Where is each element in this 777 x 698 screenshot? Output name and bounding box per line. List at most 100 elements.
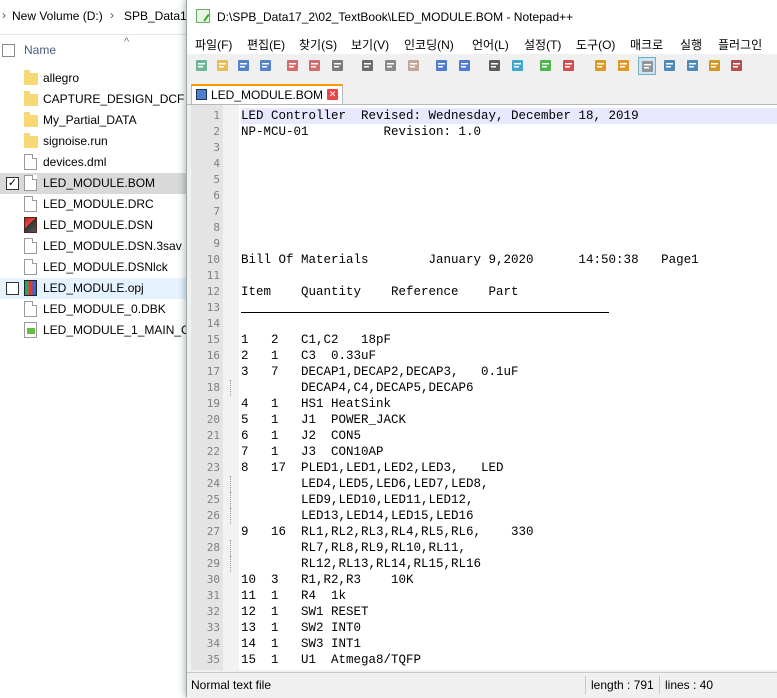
menu-item[interactable]: 도구(O) [576, 36, 615, 53]
file-list-item[interactable]: LED_MODULE.DRC [0, 194, 186, 215]
opj-file-icon [24, 280, 37, 296]
title-bar[interactable]: D:\SPB_Data17_2\02_TextBook\LED_MODULE.B… [187, 0, 777, 32]
indent-guide [230, 540, 232, 556]
copy-icon[interactable] [382, 57, 400, 75]
file-list-item[interactable]: signoise.run [0, 131, 186, 152]
doc-map-icon[interactable] [728, 57, 746, 75]
editor-line[interactable]: 16 2 1 C3 0.33uF [191, 348, 777, 364]
editor-line[interactable]: 8 [191, 220, 777, 236]
editor-line[interactable]: 7 [191, 204, 777, 220]
file-list-item[interactable]: LED_MODULE_1_MAIN_CM [0, 320, 200, 341]
editor-line[interactable]: 22 7 1 J3 CON10AP [191, 444, 777, 460]
file-list-item[interactable]: CAPTURE_DESIGN_DCF [0, 89, 186, 110]
editor-line[interactable]: 17 3 7 DECAP1,DECAP2,DECAP3, 0.1uF [191, 364, 777, 380]
editor-line[interactable]: 29 RL12,RL13,RL14,RL15,RL16 [191, 556, 777, 572]
paste-icon[interactable] [405, 57, 423, 75]
file-list-item[interactable]: My_Partial_DATA [0, 110, 186, 131]
editor-line[interactable]: 34 14 1 SW3 INT1 [191, 636, 777, 652]
menu-item[interactable]: 편집(E) [247, 36, 285, 53]
editor-line[interactable]: 4 [191, 156, 777, 172]
line-text: Item Quantity Reference Part [241, 285, 519, 299]
file-list-item[interactable]: devices.dml [0, 152, 186, 173]
folder-icon [24, 133, 38, 148]
file-list-item[interactable]: LED_MODULE_0.DBK [0, 299, 186, 320]
replace-icon[interactable] [509, 57, 527, 75]
tab-led-module-bom[interactable]: LED_MODULE.BOM ✕ [191, 84, 343, 104]
editor-line[interactable]: 21 6 1 J2 CON5 [191, 428, 777, 444]
file-file-icon [24, 196, 37, 212]
editor-line[interactable]: 3 [191, 140, 777, 156]
new-file-icon[interactable] [193, 57, 211, 75]
editor-line[interactable]: 13 [191, 300, 777, 316]
file-list-item[interactable]: LED_MODULE.DSNlck [0, 257, 186, 278]
editor-line[interactable]: 33 13 1 SW2 INT0 [191, 620, 777, 636]
menu-item[interactable]: 인코딩(N) [404, 36, 454, 53]
editor-line[interactable]: 5 [191, 172, 777, 188]
save-all-icon[interactable] [257, 57, 275, 75]
editor-line[interactable]: 19 4 1 HS1 HeatSink [191, 396, 777, 412]
undo-icon[interactable] [433, 57, 451, 75]
find-icon[interactable] [486, 57, 504, 75]
editor-line[interactable]: 35 15 1 U1 Atmega8/TQFP [191, 652, 777, 668]
redo-icon[interactable] [456, 57, 474, 75]
breadcrumb-folder[interactable]: SPB_Data17 [124, 9, 193, 23]
editor-line[interactable]: 18 DECAP4,C4,DECAP5,DECAP6 [191, 380, 777, 396]
editor-line[interactable]: 15 1 2 C1,C2 18pF [191, 332, 777, 348]
print-icon[interactable] [329, 57, 347, 75]
editor-line[interactable]: 20 5 1 J1 POWER_JACK [191, 412, 777, 428]
menu-item[interactable]: 언어(L) [472, 36, 509, 53]
item-checkbox[interactable] [6, 282, 19, 295]
open-file-icon[interactable] [214, 57, 232, 75]
menu-item[interactable]: 파일(F) [195, 36, 232, 53]
menu-item[interactable]: 찾기(S) [299, 36, 337, 53]
word-wrap-icon[interactable] [638, 57, 656, 75]
breadcrumb-drive[interactable]: New Volume (D:) [12, 9, 103, 23]
editor-line[interactable]: 31 11 1 R4 1k [191, 588, 777, 604]
editor-line[interactable]: 32 12 1 SW1 RESET [191, 604, 777, 620]
select-all-checkbox[interactable] [2, 44, 15, 57]
menu-item[interactable]: 설정(T) [524, 36, 561, 53]
line-text: RL12,RL13,RL14,RL15,RL16 [241, 557, 482, 571]
show-all-chars-icon[interactable] [661, 57, 679, 75]
editor-line[interactable]: 6 [191, 188, 777, 204]
file-list-item[interactable]: ✓ LED_MODULE.BOM [0, 173, 186, 194]
status-bar: Normal text file length : 791 lines : 40 [187, 672, 777, 698]
menu-item[interactable]: 매크로 [630, 36, 663, 53]
editor-line[interactable]: 1 LED Controller Revised: Wednesday, Dece… [191, 108, 777, 124]
file-list-item[interactable]: LED_MODULE.opj [0, 278, 186, 299]
editor-line[interactable]: 24 LED4,LED5,LED6,LED7,LED8, [191, 476, 777, 492]
close-all-icon[interactable] [306, 57, 324, 75]
file-list-item[interactable]: LED_MODULE.DSN.3sav [0, 236, 186, 257]
close-icon[interactable] [284, 57, 302, 75]
column-header-name[interactable]: Name [24, 43, 56, 57]
menu-item[interactable]: 플러그인 [718, 36, 762, 53]
save-icon[interactable] [235, 57, 253, 75]
editor-line[interactable]: 26 LED13,LED14,LED15,LED16 [191, 508, 777, 524]
sync-vertical-icon[interactable] [592, 57, 610, 75]
editor-line[interactable]: 28 RL7,RL8,RL9,RL10,RL11, [191, 540, 777, 556]
editor-line[interactable]: 2 NP-MCU-01 Revision: 1.0 [191, 124, 777, 140]
user-lang-icon[interactable] [706, 57, 724, 75]
item-checkbox[interactable]: ✓ [6, 177, 19, 190]
editor-line[interactable]: 14 [191, 316, 777, 332]
zoom-in-icon[interactable] [537, 57, 555, 75]
sync-horizontal-icon[interactable] [615, 57, 633, 75]
editor-line[interactable]: 27 9 16 RL1,RL2,RL3,RL4,RL5,RL6, 330 [191, 524, 777, 540]
editor-line[interactable]: 9 [191, 236, 777, 252]
cut-icon[interactable] [359, 57, 377, 75]
line-text [241, 220, 777, 236]
editor-line[interactable]: 10 Bill Of Materials January 9,2020 14:50… [191, 252, 777, 268]
editor-line[interactable]: 11 [191, 268, 777, 284]
editor-line[interactable]: 12 Item Quantity Reference Part [191, 284, 777, 300]
menu-item[interactable]: 보기(V) [351, 36, 389, 53]
indent-guide-icon[interactable] [684, 57, 702, 75]
text-editor[interactable]: 1 LED Controller Revised: Wednesday, Dece… [191, 105, 777, 670]
menu-item[interactable]: 실행 [680, 36, 702, 53]
file-list-item[interactable]: LED_MODULE.DSN [0, 215, 186, 236]
zoom-out-icon[interactable] [560, 57, 578, 75]
file-list-item[interactable]: allegro [0, 68, 186, 89]
editor-line[interactable]: 23 8 17 PLED1,LED1,LED2,LED3, LED [191, 460, 777, 476]
editor-line[interactable]: 25 LED9,LED10,LED11,LED12, [191, 492, 777, 508]
close-tab-icon[interactable]: ✕ [327, 89, 338, 100]
editor-line[interactable]: 30 10 3 R1,R2,R3 10K [191, 572, 777, 588]
